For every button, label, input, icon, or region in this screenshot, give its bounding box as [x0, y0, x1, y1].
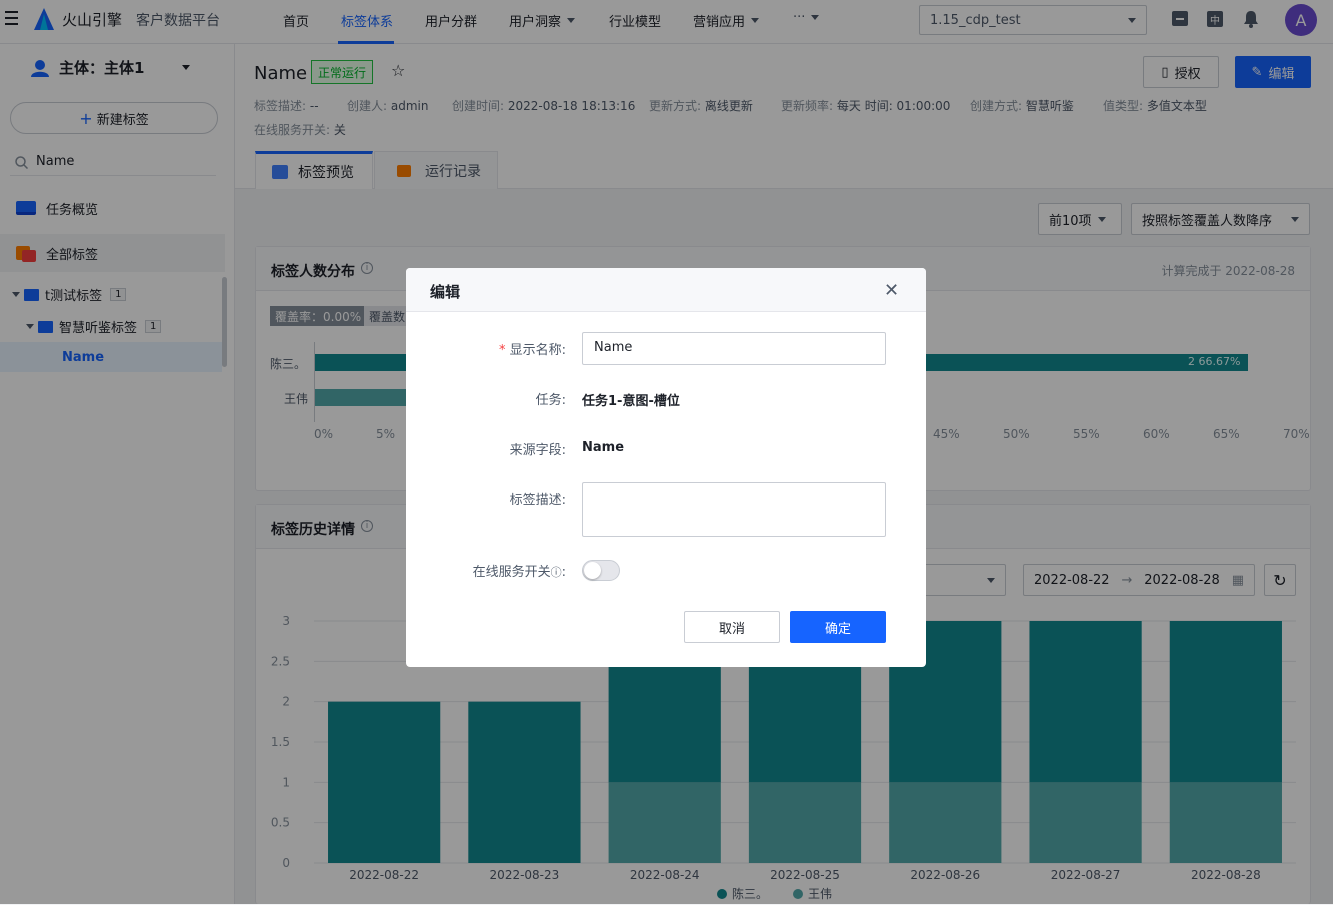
required-mark: * [498, 343, 506, 358]
cancel-button[interactable]: 取消 [684, 611, 780, 643]
task-label: 任务: [535, 393, 566, 408]
tag-description-textarea[interactable] [582, 482, 886, 537]
confirm-button[interactable]: 确定 [790, 611, 886, 643]
online-service-toggle[interactable] [582, 560, 620, 581]
dialog-header [406, 268, 926, 312]
online-service-label: 在线服务开关ⓘ: [472, 565, 566, 580]
dialog-title: 编辑 [430, 283, 461, 301]
task-value: 任务1-意图-槽位 [582, 394, 680, 409]
display-name-input[interactable]: Name [582, 332, 886, 365]
edit-dialog: 编辑 ✕ * 显示名称: Name 任务: 任务1-意图-槽位 来源字段: Na… [406, 268, 926, 667]
source-field-value: Name [582, 440, 625, 455]
close-icon[interactable]: ✕ [884, 280, 899, 301]
info-icon[interactable]: ⓘ [551, 566, 562, 579]
display-name-label: * 显示名称: [498, 343, 566, 358]
toggle-knob [584, 562, 601, 579]
tag-description-label: 标签描述: [509, 493, 566, 508]
source-field-label: 来源字段: [509, 443, 566, 458]
